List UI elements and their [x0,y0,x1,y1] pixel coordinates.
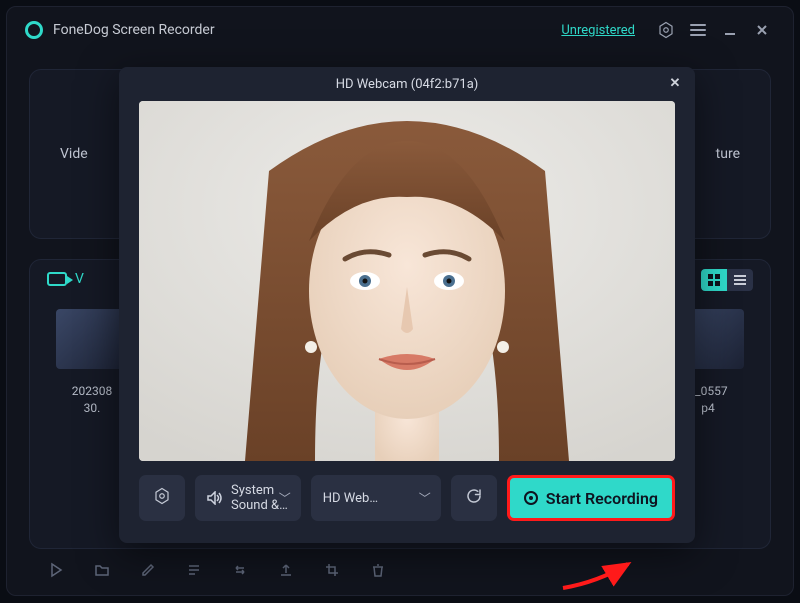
camera-source-dropdown[interactable]: HD Web… ﹀ [311,475,441,521]
settings-gear-button[interactable] [653,17,679,43]
recording-thumbnail [56,309,128,369]
play-icon [48,562,64,578]
share-button[interactable] [277,561,295,579]
mode-card-right-label: ture [716,146,740,162]
speaker-icon [207,491,223,505]
modal-controls: System Sound &… ﹀ HD Web… ﹀ Start Record… [139,475,675,521]
recordings-tab-label: V [75,271,84,287]
grid-icon [708,274,720,286]
convert-button[interactable] [231,561,249,579]
gear-icon [153,487,171,509]
recordings-tab[interactable]: V [47,271,84,287]
menu-button[interactable] [685,17,711,43]
titlebar: FoneDog Screen Recorder Unregistered [7,7,793,53]
close-icon: ✕ [670,76,681,91]
modal-close-button[interactable]: ✕ [665,73,685,93]
chevron-down-icon: ﹀ [419,490,431,507]
delete-button[interactable] [369,561,387,579]
modal-title: HD Webcam (04f2:b71a) [336,77,479,92]
app-title: FoneDog Screen Recorder [53,22,215,38]
share-icon [278,562,294,578]
app-logo-icon [25,21,43,39]
camera-source-label: HD Web… [323,491,378,506]
recording-filename: 202308 30. [72,383,112,417]
webcam-preview [139,101,675,461]
folder-icon [94,562,110,578]
video-icon [47,272,67,286]
minimize-button[interactable] [717,17,743,43]
start-recording-label: Start Recording [546,489,658,508]
app-window: FoneDog Screen Recorder Unregistered Vid… [6,6,794,596]
grid-view-button[interactable] [701,269,727,291]
webcam-modal: HD Webcam (04f2:b71a) ✕ [119,67,695,543]
convert-icon [232,562,248,578]
menu-icon [690,24,706,36]
audio-source-dropdown[interactable]: System Sound &… ﹀ [195,475,301,521]
pencil-icon [140,562,156,578]
refresh-camera-button[interactable] [451,475,497,521]
chevron-down-icon: ﹀ [279,490,291,507]
webcam-face-illustration [139,101,675,461]
list-view-button[interactable] [727,269,753,291]
record-icon [524,491,538,505]
view-toggle [701,269,753,291]
playlist-button[interactable] [185,561,203,579]
start-recording-button[interactable]: Start Recording [507,475,675,521]
webcam-settings-button[interactable] [139,475,185,521]
playlist-icon [186,562,202,578]
crop-icon [324,562,340,578]
folder-button[interactable] [93,561,111,579]
minimize-icon [723,23,737,37]
play-button[interactable] [47,561,65,579]
gear-icon [656,20,676,40]
close-icon [755,23,769,37]
rename-button[interactable] [139,561,157,579]
modal-header: HD Webcam (04f2:b71a) ✕ [119,67,695,101]
refresh-icon [465,487,483,509]
registration-status-link[interactable]: Unregistered [561,23,635,38]
crop-button[interactable] [323,561,341,579]
list-icon [734,275,746,285]
close-window-button[interactable] [749,17,775,43]
mode-card-left-label: Vide [60,146,88,162]
trash-icon [370,562,386,578]
bottom-toolbar [47,561,387,579]
